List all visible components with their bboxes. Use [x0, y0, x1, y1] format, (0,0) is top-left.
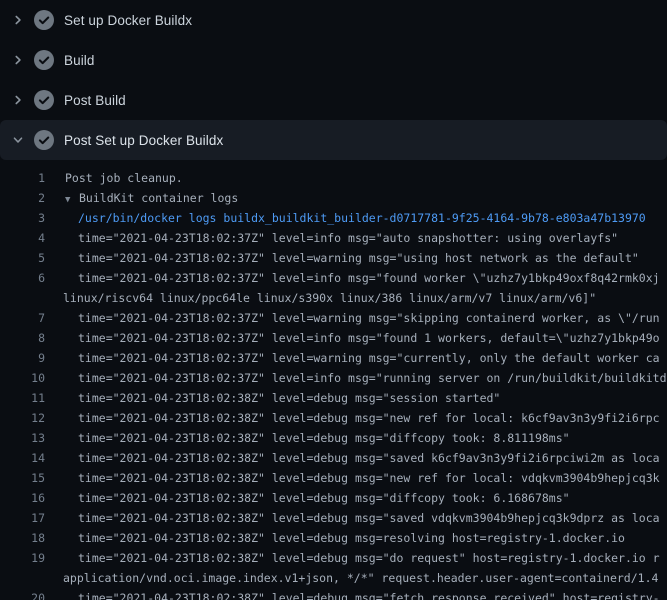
- steps-list: Set up Docker Buildx Build Post Build Post …: [0, 0, 667, 160]
- step-row-set-up-docker-buildx[interactable]: Set up Docker Buildx: [0, 0, 667, 40]
- log-line: 8time="2021-04-23T18:02:37Z" level=info …: [0, 328, 667, 348]
- step-row-build[interactable]: Build: [0, 40, 667, 80]
- log-line: 3/usr/bin/docker logs buildx_buildkit_bu…: [0, 208, 667, 228]
- log-line-number[interactable]: 6: [0, 268, 45, 288]
- log-line-number[interactable]: 16: [0, 488, 45, 508]
- log-line: 12time="2021-04-23T18:02:38Z" level=debu…: [0, 408, 667, 428]
- log-line-number[interactable]: 11: [0, 388, 45, 408]
- log-line-number[interactable]: 12: [0, 408, 45, 428]
- check-circle-icon: [34, 50, 54, 70]
- log-line-text: ▼BuildKit container logs: [45, 188, 238, 208]
- log-line-number[interactable]: 15: [0, 468, 45, 488]
- step-label: Build: [64, 53, 95, 68]
- log-line-number: [0, 288, 45, 308]
- step-label: Post Build: [64, 93, 126, 108]
- log-line: 1Post job cleanup.: [0, 168, 667, 188]
- log-line-text: time="2021-04-23T18:02:38Z" level=debug …: [45, 548, 660, 568]
- log-line: 7time="2021-04-23T18:02:37Z" level=warni…: [0, 308, 667, 328]
- log-line-number[interactable]: 19: [0, 548, 45, 568]
- log-line-number[interactable]: 8: [0, 328, 45, 348]
- log-line-text: time="2021-04-23T18:02:38Z" level=debug …: [45, 388, 500, 408]
- log-line: 15time="2021-04-23T18:02:38Z" level=debu…: [0, 468, 667, 488]
- log-line-number[interactable]: 7: [0, 308, 45, 328]
- log-line-text: time="2021-04-23T18:02:38Z" level=debug …: [45, 488, 570, 508]
- log-line: 4time="2021-04-23T18:02:37Z" level=info …: [0, 228, 667, 248]
- log-container: 1Post job cleanup.2▼BuildKit container l…: [0, 160, 667, 600]
- log-line-text: time="2021-04-23T18:02:37Z" level=info m…: [45, 268, 660, 288]
- collapse-triangle-icon[interactable]: ▼: [65, 190, 79, 208]
- check-circle-icon: [34, 90, 54, 110]
- log-line: 14time="2021-04-23T18:02:38Z" level=debu…: [0, 448, 667, 468]
- log-line-text: time="2021-04-23T18:02:38Z" level=debug …: [45, 468, 660, 488]
- log-line: 20time="2021-04-23T18:02:38Z" level=debu…: [0, 588, 667, 600]
- log-line-number[interactable]: 1: [0, 168, 45, 188]
- log-line-number[interactable]: 13: [0, 428, 45, 448]
- log-line-text: time="2021-04-23T18:02:38Z" level=debug …: [45, 448, 660, 468]
- log-line-number[interactable]: 18: [0, 528, 45, 548]
- log-line: 17time="2021-04-23T18:02:38Z" level=debu…: [0, 508, 667, 528]
- log-line-text: time="2021-04-23T18:02:38Z" level=debug …: [45, 508, 660, 528]
- log-line-number[interactable]: 17: [0, 508, 45, 528]
- log-line-text: time="2021-04-23T18:02:37Z" level=warnin…: [45, 248, 639, 268]
- log-line-text: time="2021-04-23T18:02:38Z" level=debug …: [45, 408, 660, 428]
- log-line-number[interactable]: 20: [0, 588, 45, 600]
- log-line: application/vnd.oci.image.index.v1+json,…: [0, 568, 667, 588]
- log-line: 9time="2021-04-23T18:02:37Z" level=warni…: [0, 348, 667, 368]
- log-line-number[interactable]: 2: [0, 188, 45, 208]
- log-line-text: linux/riscv64 linux/ppc64le linux/s390x …: [45, 288, 596, 308]
- log-group-label: BuildKit container logs: [79, 191, 238, 205]
- log-line-text: time="2021-04-23T18:02:38Z" level=debug …: [45, 428, 570, 448]
- log-line: 11time="2021-04-23T18:02:38Z" level=debu…: [0, 388, 667, 408]
- step-row-post-set-up-docker-buildx[interactable]: Post Set up Docker Buildx: [0, 120, 667, 160]
- log-line-text: time="2021-04-23T18:02:37Z" level=warnin…: [45, 308, 660, 328]
- log-line-text: application/vnd.oci.image.index.v1+json,…: [45, 568, 658, 588]
- chevron-right-icon[interactable]: [10, 12, 26, 28]
- check-circle-icon: [34, 10, 54, 30]
- log-line-text: time="2021-04-23T18:02:37Z" level=info m…: [45, 228, 618, 248]
- log-line: 16time="2021-04-23T18:02:38Z" level=debu…: [0, 488, 667, 508]
- check-circle-icon: [34, 130, 54, 150]
- log-line: linux/riscv64 linux/ppc64le linux/s390x …: [0, 288, 667, 308]
- chevron-right-icon[interactable]: [10, 52, 26, 68]
- step-row-post-build[interactable]: Post Build: [0, 80, 667, 120]
- log-line: 6time="2021-04-23T18:02:37Z" level=info …: [0, 268, 667, 288]
- chevron-right-icon[interactable]: [10, 92, 26, 108]
- log-line: 5time="2021-04-23T18:02:37Z" level=warni…: [0, 248, 667, 268]
- log-line: 18time="2021-04-23T18:02:38Z" level=debu…: [0, 528, 667, 548]
- log-line: 19time="2021-04-23T18:02:38Z" level=debu…: [0, 548, 667, 568]
- log-line-number[interactable]: 3: [0, 208, 45, 228]
- step-label: Set up Docker Buildx: [64, 13, 192, 28]
- log-line-text: time="2021-04-23T18:02:37Z" level=info m…: [45, 328, 660, 348]
- log-line: 13time="2021-04-23T18:02:38Z" level=debu…: [0, 428, 667, 448]
- log-line-number[interactable]: 10: [0, 368, 45, 388]
- log-line-number: [0, 568, 45, 588]
- log-line: 2▼BuildKit container logs: [0, 188, 667, 208]
- log-line-number[interactable]: 5: [0, 248, 45, 268]
- actions-log-viewer: Set up Docker Buildx Build Post Build Post …: [0, 0, 667, 600]
- log-line-text: time="2021-04-23T18:02:37Z" level=info m…: [45, 368, 667, 388]
- chevron-down-icon[interactable]: [10, 132, 26, 148]
- log-line-number[interactable]: 4: [0, 228, 45, 248]
- log-line-text: time="2021-04-23T18:02:37Z" level=warnin…: [45, 348, 660, 368]
- log-line-command-text: /usr/bin/docker logs buildx_buildkit_bui…: [45, 208, 646, 228]
- log-line-text: time="2021-04-23T18:02:38Z" level=debug …: [45, 528, 625, 548]
- log-line-text: Post job cleanup.: [45, 168, 183, 188]
- log-line-number[interactable]: 14: [0, 448, 45, 468]
- log-line-number[interactable]: 9: [0, 348, 45, 368]
- log-line: 10time="2021-04-23T18:02:37Z" level=info…: [0, 368, 667, 388]
- step-label: Post Set up Docker Buildx: [64, 133, 223, 148]
- log-line-text: time="2021-04-23T18:02:38Z" level=debug …: [45, 588, 660, 600]
